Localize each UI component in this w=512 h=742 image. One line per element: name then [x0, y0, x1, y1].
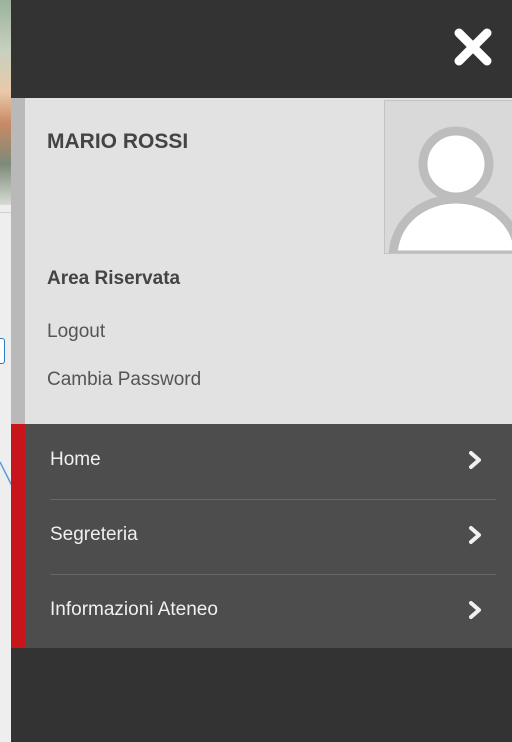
reserved-area-title: Area Riservata [47, 268, 181, 289]
drawer-header [11, 0, 512, 98]
background-button[interactable] [0, 338, 5, 364]
background-page [0, 0, 11, 742]
menu-item-label: Informazioni Ateneo [50, 599, 218, 620]
menu-item-label: Home [50, 449, 101, 470]
avatar [384, 100, 512, 254]
chevron-right-icon [469, 601, 481, 619]
logout-link[interactable]: Logout [47, 321, 105, 343]
main-menu: Home Segreteria Informazioni Ateneo [11, 424, 512, 648]
change-password-link[interactable]: Cambia Password [47, 369, 201, 391]
chevron-right-icon [469, 451, 481, 469]
menu-item-label: Segreteria [50, 524, 138, 545]
menu-item-informazioni-ateneo[interactable]: Informazioni Ateneo [25, 574, 512, 649]
drawer-footer [11, 648, 512, 742]
user-name: MARIO ROSSI [47, 130, 189, 153]
chevron-right-icon [469, 526, 481, 544]
menu-item-segreteria[interactable]: Segreteria [25, 499, 512, 574]
background-banner-image [0, 0, 11, 205]
side-drawer: MARIO ROSSI Area Riservata Logout Cambia… [11, 0, 512, 742]
user-placeholder-icon [388, 126, 512, 253]
user-profile-panel: MARIO ROSSI Area Riservata Logout Cambia… [11, 98, 512, 424]
background-divider [0, 212, 11, 213]
menu-item-home[interactable]: Home [25, 424, 512, 499]
close-icon[interactable] [452, 26, 494, 68]
